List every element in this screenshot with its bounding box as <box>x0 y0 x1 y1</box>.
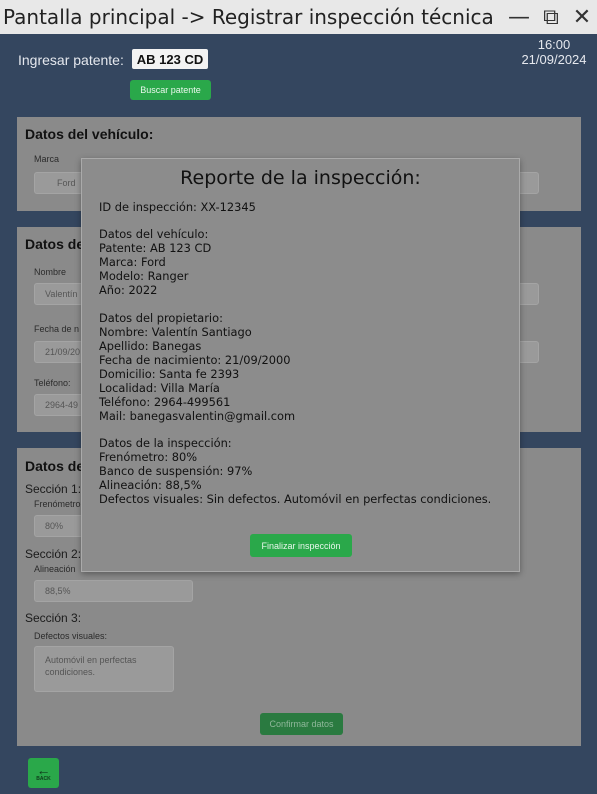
report-line: Apellido: Banegas <box>99 339 202 353</box>
marca-field[interactable]: Ford <box>34 172 84 194</box>
patente-input[interactable]: AB 123 CD <box>132 49 208 69</box>
section-3-title: Sección 3: <box>25 611 82 625</box>
patente-label: Ingresar patente: <box>18 52 124 68</box>
report-line: Defectos visuales: Sin defectos. Automóv… <box>99 492 492 506</box>
nombre-label: Nombre <box>34 267 67 277</box>
report-line: Nombre: Valentín Santiago <box>99 325 252 339</box>
owner-panel-title: Datos de <box>25 236 85 252</box>
report-line: Datos de la inspección: <box>99 436 232 450</box>
report-line: Teléfono: 2964-499561 <box>99 395 231 409</box>
alineacion-label: Alineación <box>34 564 76 574</box>
inspection-report-modal: Reporte de la inspección: ID de inspecci… <box>81 158 520 572</box>
section-1-title: Sección 1: <box>25 482 82 496</box>
modal-title: Reporte de la inspección: <box>180 167 421 189</box>
restore-icon[interactable]: ⧉ <box>534 0 568 34</box>
report-line: Alineación: 88,5% <box>99 478 202 492</box>
alineacion-field[interactable]: 88,5% <box>34 580 193 602</box>
buscar-patente-button[interactable]: Buscar patente <box>130 80 211 100</box>
inspection-panel-title: Datos de <box>25 458 85 474</box>
domicilio-field[interactable] <box>517 341 539 363</box>
report-line: Domicilio: Santa fe 2393 <box>99 367 240 381</box>
telefono-label: Teléfono: <box>34 378 71 388</box>
back-button[interactable]: ← BACK <box>28 758 59 788</box>
clock: 16:00 21/09/2024 <box>511 37 597 67</box>
back-button-label: BACK <box>36 776 51 782</box>
report-line: Localidad: Villa María <box>99 381 220 395</box>
report-line: Patente: AB 123 CD <box>99 241 212 255</box>
finalizar-inspeccion-button[interactable]: Finalizar inspección <box>250 534 352 557</box>
minimize-icon[interactable]: — <box>502 0 536 34</box>
confirmar-datos-button[interactable]: Confirmar datos <box>260 713 343 735</box>
fecha-label: Fecha de n <box>34 324 80 334</box>
frenometro-label: Frenómetro <box>34 499 81 509</box>
report-line: Año: 2022 <box>99 283 158 297</box>
report-line: ID de inspección: XX-12345 <box>99 200 256 214</box>
report-line: Frenómetro: 80% <box>99 450 198 464</box>
report-line: Marca: Ford <box>99 255 166 269</box>
back-arrow-icon: ← <box>36 762 51 778</box>
defectos-label: Defectos visuales: <box>34 631 108 641</box>
fecha-field[interactable]: 21/09/20 <box>34 341 84 363</box>
report-line: Modelo: Ranger <box>99 269 189 283</box>
defectos-textarea[interactable]: Automóvil en perfectas condiciones. <box>34 646 174 692</box>
report-line: Datos del vehículo: <box>99 227 209 241</box>
report-line: Fecha de nacimiento: 21/09/2000 <box>99 353 291 367</box>
vehicle-panel-title: Datos del vehículo: <box>25 126 154 142</box>
section-2-title: Sección 2: <box>25 547 82 561</box>
clock-date: 21/09/2024 <box>521 52 587 67</box>
year-field[interactable] <box>517 172 539 194</box>
report-line: Banco de suspensión: 97% <box>99 464 253 478</box>
close-icon[interactable]: ✕ <box>567 0 597 34</box>
nombre-field[interactable]: Valentín <box>34 283 84 305</box>
marca-label: Marca <box>34 154 60 164</box>
report-line: Mail: banegasvalentin@gmail.com <box>99 409 296 423</box>
window-title: Pantalla principal -> Registrar inspecci… <box>3 5 494 29</box>
apellido-field[interactable] <box>517 283 539 305</box>
telefono-field[interactable]: 2964-49 <box>34 394 84 416</box>
report-line: Datos del propietario: <box>99 311 223 325</box>
clock-time: 16:00 <box>537 37 571 52</box>
frenometro-field[interactable]: 80% <box>34 515 84 537</box>
